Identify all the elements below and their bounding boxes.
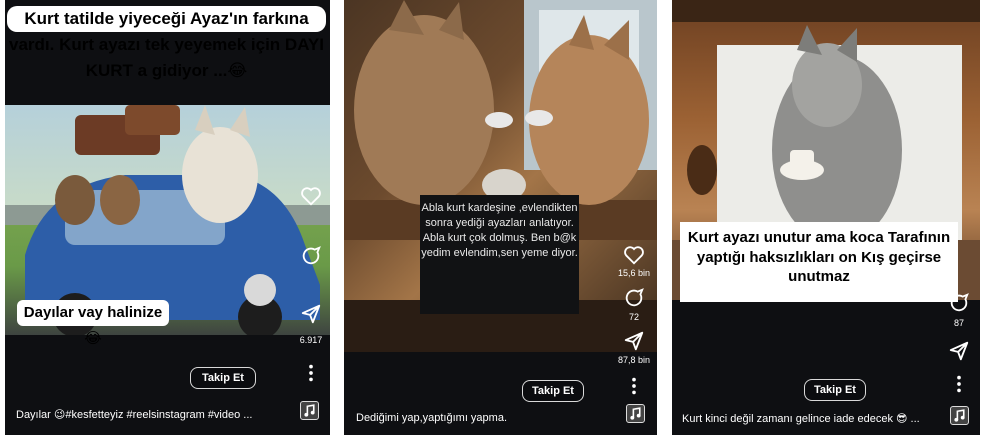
comment-count: 87: [953, 318, 964, 328]
overlay-text-box: Kurt ayazı unutur ama koca Tarafının yap…: [680, 222, 958, 302]
more-icon[interactable]: [300, 362, 322, 384]
share-icon[interactable]: [948, 340, 970, 362]
comment-icon[interactable]: [300, 245, 322, 267]
overlay-text: Dayılar vay halinize 😂: [17, 300, 169, 347]
reel-panel-1: Kurt tatilde yiyeceği Ayaz'ın farkına va…: [5, 0, 330, 435]
heart-icon[interactable]: [300, 185, 322, 207]
share-count: 87,8 bin: [617, 355, 651, 365]
overlay-text-box: Abla kurt kardeşine ,evlendikten sonra y…: [420, 195, 579, 314]
top-text: Kurt tatilde yiyeceği Ayaz'ın farkına va…: [9, 9, 324, 80]
comment-count: 72: [628, 312, 639, 322]
comment-icon[interactable]: [623, 287, 645, 309]
like-count: 15,6 bin: [617, 268, 651, 278]
caption[interactable]: Dediğimi yap,yaptığımı yapma.: [356, 412, 606, 424]
follow-button[interactable]: Takip Et: [190, 367, 256, 389]
more-icon[interactable]: [948, 373, 970, 395]
reel-panel-2: Abla kurt kardeşine ,evlendikten sonra y…: [344, 0, 657, 435]
follow-button[interactable]: Takip Et: [804, 379, 866, 401]
reel-panel-3: Kurt ayazı unutur ama koca Tarafının yap…: [672, 0, 980, 435]
top-text-line-1: Kurt tatilde yiyeceği Ayaz'ın farkına va…: [7, 6, 326, 80]
comment-icon[interactable]: [948, 292, 970, 314]
music-icon[interactable]: [300, 401, 319, 420]
music-icon[interactable]: [950, 406, 969, 425]
more-icon[interactable]: [623, 375, 645, 397]
follow-button[interactable]: Takip Et: [522, 380, 584, 402]
share-icon[interactable]: [623, 330, 645, 352]
overlay-text: Abla kurt kardeşine ,evlendikten sonra y…: [421, 202, 578, 259]
caption[interactable]: Kurt kinci değil zamanı gelince iade ede…: [682, 412, 932, 425]
music-icon[interactable]: [626, 404, 645, 423]
share-count: 6.917: [299, 335, 323, 345]
share-icon[interactable]: [300, 303, 322, 325]
overlay-text: Kurt ayazı unutur ama koca Tarafının yap…: [687, 229, 951, 285]
caption[interactable]: Dayılar 😉#kesfetteyiz #reelsinstagram #v…: [16, 408, 286, 421]
heart-icon[interactable]: [623, 244, 645, 266]
